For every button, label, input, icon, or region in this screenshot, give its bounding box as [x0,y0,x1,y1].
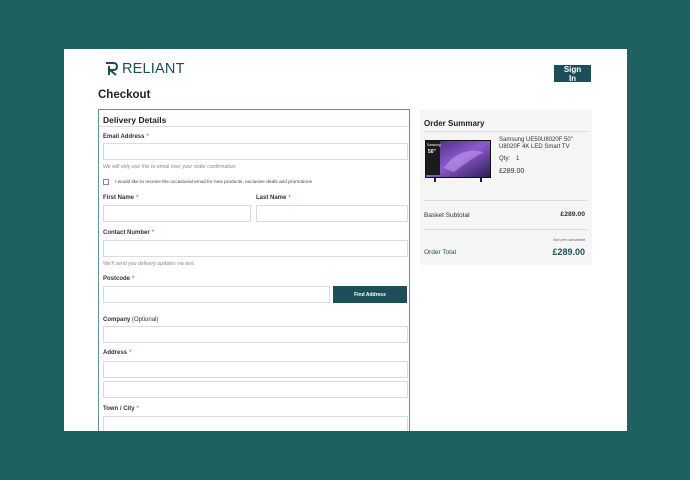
delivery-details-title: Delivery Details [103,115,167,125]
address-line-1-field[interactable] [103,361,408,378]
email-label: Email Address * [103,134,149,140]
contact-number-field[interactable] [103,240,408,257]
town-city-field[interactable] [103,416,408,431]
product-name[interactable]: Samsung UE50U8020F 50" U8020F 4K LED Sma… [499,137,591,151]
contact-help-text: We'll send you delivery updates via text… [103,261,196,267]
order-summary-title: Order Summary [424,119,485,128]
marketing-checkbox[interactable] [103,179,109,185]
divider [99,126,409,127]
delivery-details-panel: Delivery Details Email Address * We will … [98,109,410,431]
delivery-not-calculated-note: Not yet calculated [553,237,585,242]
divider [424,229,588,230]
order-summary-panel: Order Summary Samsung 50" Samsung UE50U8… [420,110,592,265]
thumb-badge-size: 50" [428,149,437,155]
email-help-text: We will only use this to email over your… [103,164,237,170]
brand-name: RELIANT [122,61,185,77]
last-name-label: Last Name * [256,195,291,201]
address-label: Address * [103,350,132,356]
first-name-field[interactable] [103,205,251,222]
postcode-label: Postcode * [103,276,135,282]
thumb-badge-brand: Samsung [427,143,441,147]
divider [424,200,588,201]
marketing-checkbox-label: I would like to receive the occasional e… [115,180,313,185]
address-line-2-field[interactable] [103,381,408,398]
last-name-field[interactable] [256,205,408,222]
town-city-label: Town / City * [103,406,139,412]
qty-label: Qty: [499,156,511,162]
company-label: Company (Optional) [103,317,159,323]
reliant-logo-icon [106,62,119,76]
postcode-field[interactable] [103,286,330,303]
find-address-button[interactable]: Find Address [333,286,407,303]
sign-in-button[interactable]: Sign In [554,65,591,83]
divider [424,131,588,132]
company-field[interactable] [103,326,408,343]
first-name-label: First Name * [103,195,139,201]
qty-value: 1 [516,156,520,162]
product-thumbnail[interactable]: Samsung 50" [424,138,492,184]
product-price: £289.00 [499,168,525,175]
page-title: Checkout [98,89,151,101]
email-field[interactable] [103,143,408,160]
basket-subtotal-value: £289.00 [560,211,585,218]
order-total-value: £289.00 [552,247,585,257]
checkout-window: RELIANT Sign In Checkout Delivery Detail… [64,49,627,431]
order-total-label: Order Total [424,249,457,256]
brand-logo[interactable]: RELIANT [105,61,185,77]
basket-subtotal-label: Basket Subtotal [424,212,470,219]
contact-number-label: Contact Number * [103,230,155,236]
